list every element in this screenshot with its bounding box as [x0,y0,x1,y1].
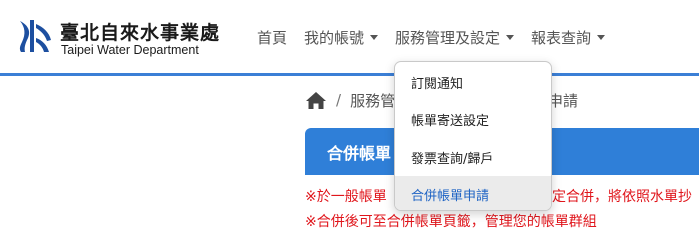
breadcrumb-section[interactable]: 服務管 [350,90,395,111]
chevron-down-icon [597,34,606,40]
dropdown-item-label: 帳單寄送設定 [411,113,490,129]
chevron-down-icon [506,34,515,40]
water-logo-icon [19,20,51,52]
nav-service-settings-label: 服務管理及設定 [395,28,501,47]
breadcrumb-separator: / [336,91,342,109]
nav-home-label: 首頁 [257,28,288,47]
service-settings-dropdown: 訂閱通知 帳單寄送設定 發票查詢/歸戶 合併帳單申請 [394,61,552,211]
main-nav: 首頁 我的帳號 服務管理及設定 報表查詢 [257,26,622,48]
nav-reports[interactable]: 報表查詢 [531,27,606,48]
breadcrumb-current: 申請 [548,92,579,110]
nav-service-settings[interactable]: 服務管理及設定 [395,27,515,48]
dropdown-item-label: 發票查詢/歸戶 [411,151,494,167]
brand-name-zh: 臺北自來水事業處 [60,22,221,44]
breadcrumb: / 服務管 [305,90,395,110]
dropdown-item-label: 訂閱通知 [411,76,464,92]
site-logo[interactable]: 臺北自來水事業處 Taipei Water Department [16,16,226,60]
nav-my-account[interactable]: 我的帳號 [304,27,379,48]
chevron-down-icon [370,34,379,40]
dropdown-item-merge-bill[interactable]: 合併帳單申請 [395,176,551,210]
site-header: 臺北自來水事業處 Taipei Water Department 首頁 我的帳號… [0,0,699,76]
nav-reports-label: 報表查詢 [531,28,592,47]
home-icon[interactable] [305,91,327,110]
brand-name-en: Taipei Water Department [61,43,199,57]
nav-my-account-label: 我的帳號 [304,28,365,47]
dropdown-item-bill-delivery[interactable]: 帳單寄送設定 [395,101,551,137]
notice-line-1-start: ※於一般帳單 [305,189,387,205]
notice-line-2: ※合併後可至合併帳單頁籤，管理您的帳單群組 [305,214,597,230]
dropdown-item-label: 合併帳單申請 [411,188,490,204]
nav-home[interactable]: 首頁 [257,27,287,48]
panel-title: 合併帳單 [327,144,392,163]
notice-line-1-end: 定合併，將依照水單抄 [552,189,692,205]
dropdown-item-invoice-query[interactable]: 發票查詢/歸戶 [395,139,551,175]
dropdown-item-subscribe-notice[interactable]: 訂閱通知 [395,64,551,100]
